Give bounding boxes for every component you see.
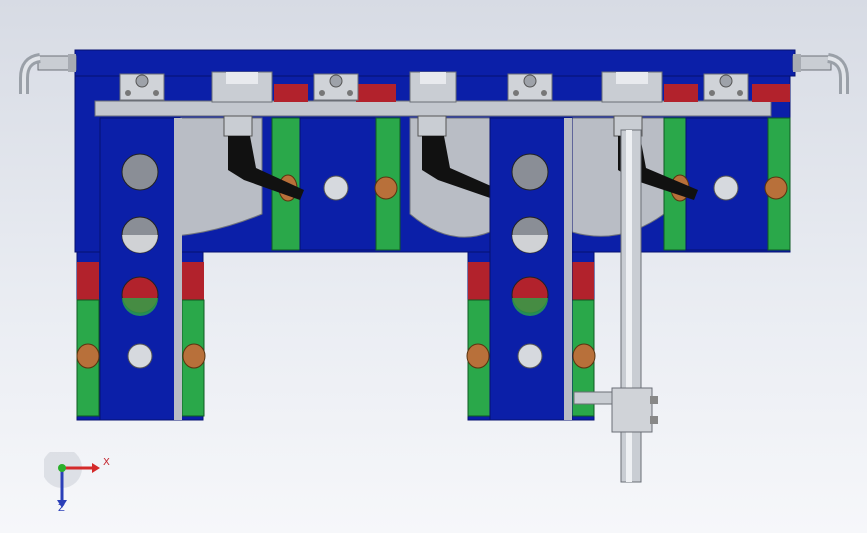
right-pipe-elbow bbox=[792, 53, 849, 94]
red-bracket-2 bbox=[356, 84, 396, 102]
x-axis-label: X bbox=[103, 457, 110, 468]
clamp-mount-2 bbox=[409, 71, 457, 103]
z-axis-label: Z bbox=[58, 503, 65, 514]
locator-pin-1 bbox=[119, 73, 165, 101]
cad-viewport[interactable]: X Z bbox=[0, 0, 867, 533]
clamp-mount-3 bbox=[601, 71, 663, 103]
locator-pin-4 bbox=[703, 73, 749, 101]
clamp-mount-1 bbox=[211, 71, 273, 103]
top-rail bbox=[94, 100, 772, 117]
left-pipe-elbow bbox=[19, 53, 77, 94]
upper-station-1 bbox=[271, 117, 401, 251]
y-axis-dot bbox=[58, 464, 66, 472]
locator-pin-2 bbox=[313, 73, 359, 101]
red-bracket-3 bbox=[664, 84, 698, 102]
locator-pin-3 bbox=[507, 73, 553, 101]
red-bracket-1 bbox=[274, 84, 308, 102]
red-bracket-4 bbox=[752, 84, 790, 102]
fixture-model[interactable] bbox=[0, 0, 867, 533]
